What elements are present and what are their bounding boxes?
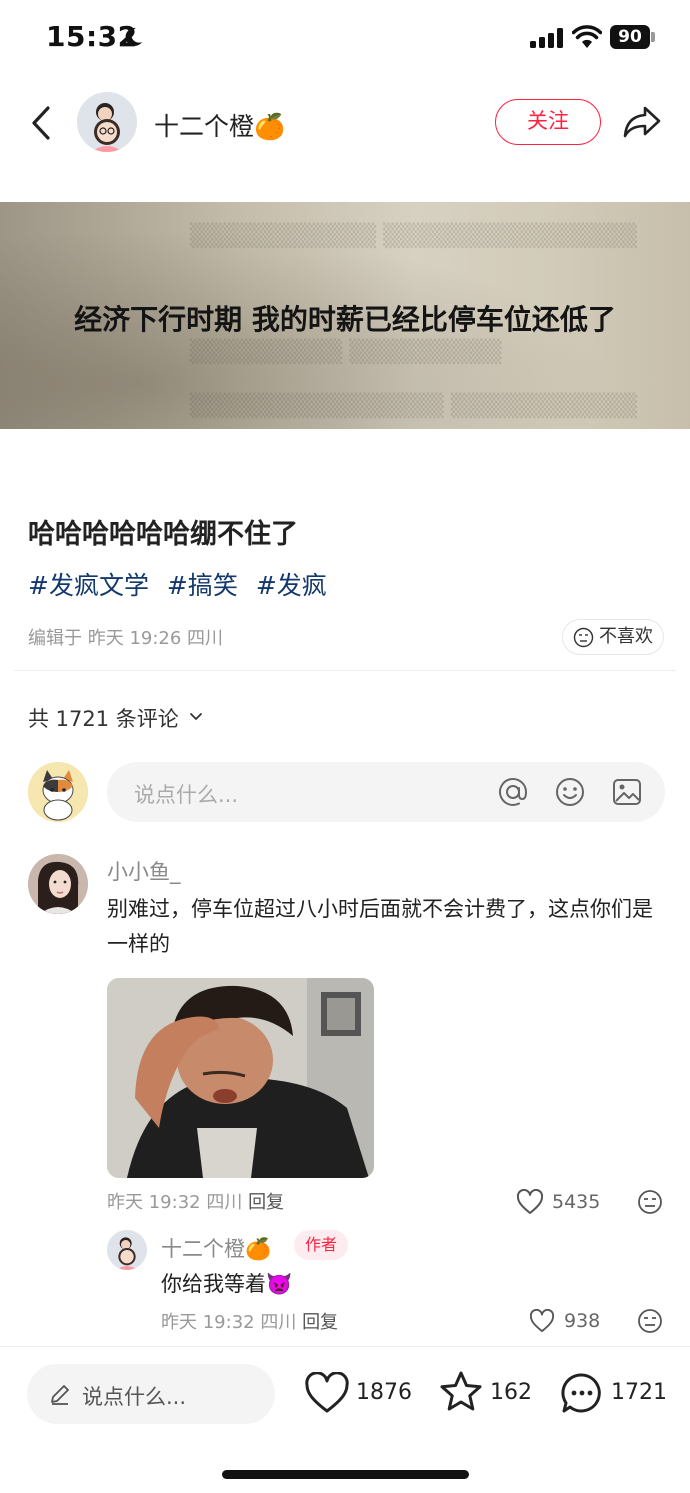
author-avatar[interactable] — [77, 92, 137, 152]
share-icon[interactable] — [622, 104, 662, 140]
follow-button[interactable]: 关注 — [495, 99, 601, 145]
dislike-button[interactable]: 不喜欢 — [562, 619, 664, 655]
reply-link[interactable]: 回复 — [302, 1312, 338, 1333]
post-tags: #发疯文学 #搞笑 #发疯 — [28, 566, 337, 602]
neutral-face-icon — [573, 627, 594, 648]
reply-like-count: 938 — [564, 1310, 601, 1332]
wifi-icon — [572, 25, 602, 48]
reply-author-avatar[interactable] — [107, 1230, 147, 1270]
bottom-input-placeholder: 说点什么... — [82, 1385, 187, 1409]
post-meta: 编辑于 昨天 19:26 四川 — [28, 628, 224, 649]
pencil-icon — [51, 1385, 69, 1405]
home-indicator — [222, 1470, 469, 1479]
at-mention-icon[interactable] — [496, 775, 530, 809]
cover-background-texture: ▒▒▒▒▒▒▒▒▒ ▒▒▒▒▒▒▒▒▒ — [190, 340, 502, 365]
favorite-count: 162 — [490, 1380, 532, 1405]
like-count: 1876 — [356, 1380, 412, 1405]
cover-background-texture: ▒▒▒▒▒▒▒▒▒▒▒▒▒▒▒ ▒▒▒▒▒▒▒▒▒▒▒ — [190, 394, 637, 419]
heart-icon[interactable] — [516, 1189, 544, 1215]
cover-background-texture: ▒▒▒▒▒▒▒▒▒▒▒ ▒▒▒▒▒▒▒▒▒▒▒▒▒▒▒ — [190, 224, 637, 249]
comment-count: 1721 — [611, 1380, 667, 1405]
neutral-face-icon[interactable] — [637, 1308, 663, 1334]
comment-like-count: 5435 — [552, 1191, 601, 1213]
post-cover-image[interactable]: ▒▒▒▒▒▒▒▒▒▒▒ ▒▒▒▒▒▒▒▒▒▒▒▒▒▒▒ ▒▒▒▒▒▒▒▒▒ ▒▒… — [0, 202, 690, 429]
reply-time-location: 昨天 19:32 四川 — [161, 1312, 297, 1333]
comment-meta: 昨天 19:32 四川 回复 — [107, 1188, 284, 1214]
cellular-signal-icon — [530, 28, 563, 48]
comment-text: 别难过，停车位超过八小时后面就不会计费了，这点你们是一样的 — [107, 897, 653, 956]
commenter-name[interactable]: 小小鱼_ — [107, 856, 181, 886]
comment-bubble-icon[interactable] — [560, 1371, 604, 1415]
tag-link[interactable]: #发疯文学 — [28, 571, 149, 600]
tag-link[interactable]: #搞笑 — [167, 571, 238, 600]
moon-icon — [125, 27, 142, 46]
reply-author-name[interactable]: 十二个橙🍊 — [161, 1233, 271, 1263]
reply-text: 你给我等着👿 — [161, 1272, 293, 1296]
image-upload-icon[interactable] — [610, 775, 644, 809]
like-heart-icon[interactable] — [304, 1372, 350, 1414]
back-arrow-icon[interactable] — [26, 104, 56, 142]
author-badge: 作者 — [294, 1230, 348, 1260]
tag-link[interactable]: #发疯 — [256, 571, 327, 600]
commenter-avatar[interactable] — [28, 854, 88, 914]
author-name[interactable]: 十二个橙🍊 — [154, 107, 285, 143]
comment-input-placeholder: 说点什么... — [134, 783, 239, 807]
cover-caption: 经济下行时期 我的时薪已经比停车位还低了 — [74, 303, 616, 336]
post-title: 哈哈哈哈哈哈绷不住了 — [28, 519, 298, 550]
comment-count-sort[interactable]: 共 1721 条评论 — [28, 703, 179, 733]
divider — [14, 670, 676, 671]
neutral-face-icon[interactable] — [637, 1189, 663, 1215]
chevron-down-icon[interactable] — [188, 710, 204, 724]
comment-image[interactable] — [107, 978, 374, 1178]
heart-icon[interactable] — [529, 1309, 555, 1333]
comment-time-location: 昨天 19:32 四川 — [107, 1192, 243, 1213]
battery-indicator: 90 — [610, 25, 650, 49]
bottom-bar-divider — [0, 1346, 690, 1347]
emoji-icon[interactable] — [553, 775, 587, 809]
reply-link[interactable]: 回复 — [248, 1192, 284, 1213]
reply-meta: 昨天 19:32 四川 回复 — [161, 1308, 338, 1334]
current-user-avatar — [28, 762, 88, 822]
star-favorite-icon[interactable] — [439, 1370, 483, 1414]
dislike-label: 不喜欢 — [599, 626, 653, 647]
battery-tip — [651, 32, 655, 42]
